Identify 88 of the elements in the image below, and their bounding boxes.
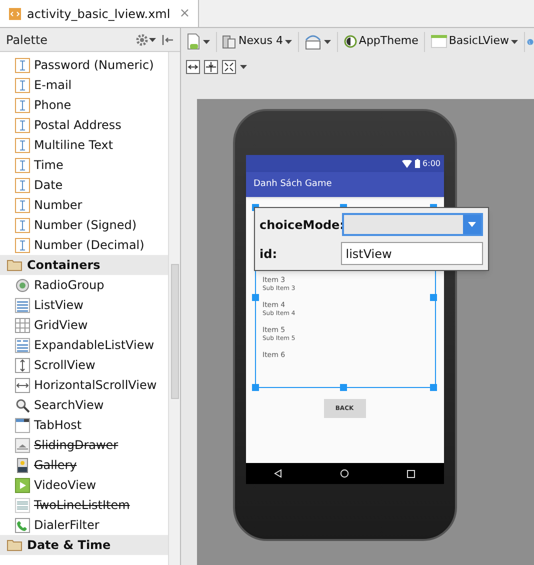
vertical-arrows-icon	[15, 358, 30, 372]
list-icon	[15, 298, 30, 312]
choice-mode-dropdown[interactable]	[342, 213, 482, 236]
rotate-icon	[304, 34, 322, 50]
text-field-icon	[15, 98, 30, 112]
list-icon	[15, 338, 30, 352]
palette-item[interactable]: DialerFilter	[34, 516, 100, 534]
zoom-fit-icon[interactable]	[186, 60, 200, 74]
folder-icon	[7, 539, 22, 551]
palette-item[interactable]: Gallery	[34, 456, 77, 474]
caret-icon	[240, 65, 247, 69]
folder-icon	[7, 259, 22, 271]
text-field-icon	[15, 158, 30, 172]
text-field-icon	[15, 178, 30, 192]
app-title: Danh Sách Game	[254, 178, 332, 191]
palette-item[interactable]: TabHost	[34, 416, 82, 434]
tabs-icon	[15, 418, 30, 432]
close-button[interactable]: ×	[179, 4, 190, 24]
xml-file-icon	[8, 6, 22, 20]
caret-icon	[324, 40, 332, 44]
id-field[interactable]: listView	[340, 242, 482, 265]
palette-item[interactable]: VideoView	[34, 476, 96, 494]
theme-icon	[344, 35, 357, 48]
devices-icon	[222, 34, 236, 48]
caret-icon	[510, 40, 518, 44]
text-field-icon	[15, 198, 30, 212]
wifi-icon	[402, 160, 412, 168]
drawer-icon	[15, 438, 30, 452]
home-icon[interactable]	[340, 469, 349, 478]
file-tab[interactable]: activity_basic_lview.xml ×	[0, 0, 200, 27]
text-field-icon	[15, 78, 30, 92]
text-field-icon	[15, 218, 30, 232]
palette-item[interactable]: Postal Address	[34, 116, 122, 134]
palette-item[interactable]: Phone	[34, 96, 72, 114]
palette-item[interactable]: Password (Numeric)	[34, 56, 154, 74]
play-icon	[15, 478, 30, 492]
palette-item[interactable]: Number (Signed)	[34, 216, 137, 234]
list-icon	[15, 498, 30, 512]
status-time: 6:00	[422, 158, 440, 170]
center-icon[interactable]	[204, 60, 218, 74]
image-icon	[15, 458, 30, 472]
id-label: id:	[260, 246, 278, 262]
caret-icon	[284, 40, 292, 44]
caret-icon	[468, 222, 476, 227]
palette-item[interactable]: Time	[34, 156, 64, 174]
battery-icon	[414, 159, 420, 168]
palette-item[interactable]: SlidingDrawer	[34, 436, 118, 454]
grid-icon	[15, 318, 30, 332]
settings-icon	[136, 34, 148, 46]
recents-icon[interactable]	[406, 470, 415, 478]
choice-mode-label: choiceMode:	[260, 216, 342, 234]
back-icon[interactable]	[274, 469, 282, 478]
text-field-icon	[15, 138, 30, 152]
category-header[interactable]: Date & Time	[0, 535, 168, 555]
palette-item[interactable]: Number (Decimal)	[34, 236, 144, 254]
collapse-icon[interactable]	[162, 34, 174, 46]
palette-title: Palette	[6, 32, 48, 48]
window-icon	[430, 35, 447, 48]
phone-icon	[15, 518, 30, 532]
search-icon	[15, 398, 30, 412]
scrollbar-thumb[interactable]	[171, 264, 179, 399]
palette-item[interactable]: ListView	[34, 296, 84, 314]
fullscreen-icon[interactable]	[222, 60, 236, 74]
device-dropdown[interactable]: Nexus 4	[219, 30, 295, 52]
palette-item[interactable]: GridView	[34, 316, 88, 334]
theme-button[interactable]: AppTheme	[340, 30, 422, 52]
palette-item[interactable]: Date	[34, 176, 63, 194]
palette-item[interactable]: SearchView	[34, 396, 104, 414]
palette-item[interactable]: E-mail	[34, 76, 72, 94]
text-field-icon	[15, 58, 30, 72]
settings-button[interactable]	[136, 34, 156, 46]
palette-item[interactable]: Multiline Text	[34, 136, 114, 154]
tab-title: activity_basic_lview.xml	[27, 6, 170, 22]
radio-icon	[15, 278, 30, 292]
horizontal-arrows-icon	[15, 378, 30, 392]
palette-item[interactable]: ScrollView	[34, 356, 96, 374]
palette-item[interactable]: RadioGroup	[34, 276, 104, 294]
activity-dropdown[interactable]: BasicLView	[428, 30, 521, 52]
category-header[interactable]: Containers	[0, 255, 168, 275]
palette-item[interactable]: HorizontalScrollView	[34, 376, 157, 394]
palette-item[interactable]: ExpandableListView	[34, 336, 154, 354]
text-field-icon	[15, 238, 30, 252]
android-device-icon	[187, 33, 201, 50]
caret-icon	[203, 40, 210, 44]
caret-icon	[149, 38, 156, 42]
palette-item[interactable]: TwoLineListItem	[34, 496, 130, 514]
text-field-icon	[15, 118, 30, 132]
palette-item[interactable]: Number	[34, 196, 82, 214]
